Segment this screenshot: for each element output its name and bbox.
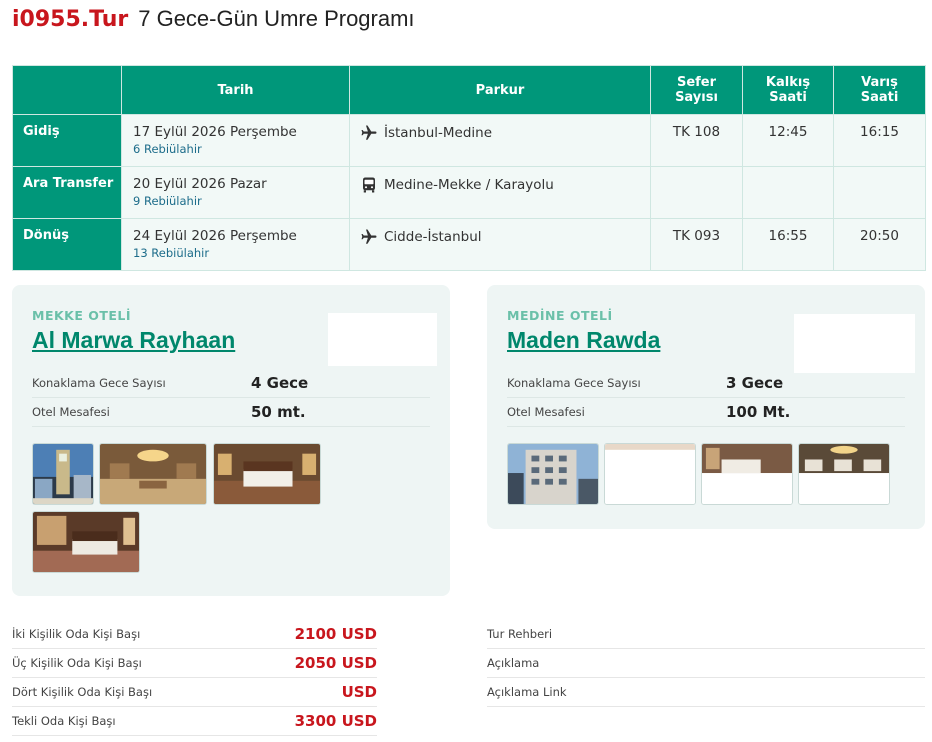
price-row-triple: Üç Kişilik Oda Kişi Başı 2050 USD	[12, 649, 377, 678]
table-header-row: Tarih Parkur Sefer Sayısı Kalkış Saati V…	[12, 65, 926, 115]
extra-row-guide: Tur Rehberi	[487, 620, 925, 649]
hotel-name-link[interactable]: Al Marwa Rayhaan	[32, 327, 235, 354]
distance-value: 50 mt.	[251, 403, 306, 421]
gregorian-date: 20 Eylül 2026 Pazar	[133, 176, 267, 192]
route-text: Medine-Mekke / Karayolu	[384, 177, 554, 193]
arrival-time: 20:50	[833, 218, 926, 271]
mekke-hotel-card: MEKKE OTELİ Al Marwa Rayhaan Konaklama G…	[12, 285, 450, 596]
flight-schedule-table: Tarih Parkur Sefer Sayısı Kalkış Saati V…	[12, 65, 926, 271]
departure-time: 12:45	[742, 114, 834, 167]
nights-value: 4 Gece	[251, 374, 309, 392]
nights-value: 3 Gece	[726, 374, 784, 392]
price-value: 3300 USD	[294, 712, 377, 730]
price-row-quad: Dört Kişilik Oda Kişi Başı USD	[12, 678, 377, 707]
brand-name[interactable]: i0955.Tur	[12, 7, 128, 32]
column-header-date: Tarih	[121, 65, 350, 115]
flight-number: TK 093	[650, 218, 743, 271]
price-label: İki Kişilik Oda Kişi Başı	[12, 627, 141, 641]
route-text: İstanbul-Medine	[384, 125, 493, 141]
route-cell: Medine-Mekke / Karayolu	[349, 166, 651, 219]
arrival-time: 16:15	[833, 114, 926, 167]
extra-row-description: Açıklama	[487, 649, 925, 678]
hijri-date: 6 Rebiülahir	[133, 142, 202, 156]
flight-number: TK 108	[650, 114, 743, 167]
arrival-time	[833, 166, 926, 219]
hijri-date: 13 Rebiülahir	[133, 246, 210, 260]
route-cell: Cidde-İstanbul	[349, 218, 651, 271]
hotel-logo	[328, 313, 437, 366]
date-cell: 20 Eylül 2026 Pazar 9 Rebiülahir	[121, 166, 350, 219]
extra-row-description-link: Açıklama Link	[487, 678, 925, 707]
extra-label: Açıklama Link	[487, 685, 567, 699]
row-label-transfer: Ara Transfer	[12, 166, 122, 219]
price-label: Üç Kişilik Oda Kişi Başı	[12, 656, 142, 670]
hotel-photo-room[interactable]	[213, 443, 321, 505]
hotel-city-label: MEDİNE OTELİ	[507, 308, 613, 323]
hotel-photo-lobby[interactable]	[99, 443, 207, 505]
airplane-icon	[361, 125, 377, 140]
gregorian-date: 24 Eylül 2026 Perşembe	[133, 228, 297, 244]
price-label: Dört Kişilik Oda Kişi Başı	[12, 685, 153, 699]
hotel-name-link[interactable]: Maden Rawda	[507, 327, 660, 354]
distance-label: Otel Mesafesi	[507, 405, 585, 419]
table-row: Dönüş 24 Eylül 2026 Perşembe 13 Rebiülah…	[12, 218, 926, 271]
column-header-arrival: Varış Saati	[833, 65, 926, 115]
price-row-double: İki Kişilik Oda Kişi Başı 2100 USD	[12, 620, 377, 649]
bus-icon	[363, 177, 375, 193]
hotel-photo-room[interactable]	[701, 443, 793, 505]
column-header-flight-no: Sefer Sayısı	[650, 65, 743, 115]
column-header-departure-label: Kalkış Saati	[765, 75, 811, 105]
hotel-photo-building[interactable]	[507, 443, 599, 505]
distance-row: Otel Mesafesi 100 Mt.	[507, 398, 905, 427]
column-header-empty	[12, 65, 122, 115]
price-value: USD	[341, 683, 377, 701]
distance-value: 100 Mt.	[726, 403, 791, 421]
distance-label: Otel Mesafesi	[32, 405, 110, 419]
departure-time	[742, 166, 834, 219]
hotel-city-label: MEKKE OTELİ	[32, 308, 132, 323]
departure-time: 16:55	[742, 218, 834, 271]
date-cell: 17 Eylül 2026 Perşembe 6 Rebiülahir	[121, 114, 350, 167]
price-label: Tekli Oda Kişi Başı	[12, 714, 116, 728]
column-header-flight-no-label: Sefer Sayısı	[675, 75, 718, 105]
column-header-route: Parkur	[349, 65, 651, 115]
price-value: 2050 USD	[294, 654, 377, 672]
price-row-single: Tekli Oda Kişi Başı 3300 USD	[12, 707, 377, 736]
extra-label: Açıklama	[487, 656, 540, 670]
column-header-departure: Kalkış Saati	[742, 65, 834, 115]
nights-row: Konaklama Gece Sayısı 3 Gece	[507, 369, 905, 398]
gregorian-date: 17 Eylül 2026 Perşembe	[133, 124, 297, 140]
route-text: Cidde-İstanbul	[384, 229, 482, 245]
nights-row: Konaklama Gece Sayısı 4 Gece	[32, 369, 430, 398]
hijri-date: 9 Rebiülahir	[133, 194, 202, 208]
column-header-arrival-label: Varış Saati	[860, 75, 899, 105]
flight-number	[650, 166, 743, 219]
hotel-logo	[794, 314, 915, 373]
table-row: Gidiş 17 Eylül 2026 Perşembe 6 Rebiülahi…	[12, 114, 926, 167]
date-cell: 24 Eylül 2026 Perşembe 13 Rebiülahir	[121, 218, 350, 271]
table-row: Ara Transfer 20 Eylül 2026 Pazar 9 Rebiü…	[12, 166, 926, 219]
hotel-photo-blank[interactable]	[604, 443, 696, 505]
airplane-icon	[361, 229, 377, 244]
route-cell: İstanbul-Medine	[349, 114, 651, 167]
page-title: i0955.Tur 7 Gece-Gün Umre Programı	[12, 6, 415, 40]
row-label-return: Dönüş	[12, 218, 122, 271]
price-value: 2100 USD	[294, 625, 377, 643]
nights-label: Konaklama Gece Sayısı	[32, 376, 166, 390]
distance-row: Otel Mesafesi 50 mt.	[32, 398, 430, 427]
row-label-outbound: Gidiş	[12, 114, 122, 167]
nights-label: Konaklama Gece Sayısı	[507, 376, 641, 390]
hotel-photo-clock-tower[interactable]	[32, 443, 94, 505]
medine-hotel-card: MEDİNE OTELİ Maden Rawda Konaklama Gece …	[487, 285, 925, 529]
hotel-photo-suite[interactable]	[32, 511, 140, 573]
extra-label: Tur Rehberi	[487, 627, 553, 641]
hotel-photo-restaurant[interactable]	[798, 443, 890, 505]
program-title: 7 Gece-Gün Umre Programı	[138, 6, 415, 31]
